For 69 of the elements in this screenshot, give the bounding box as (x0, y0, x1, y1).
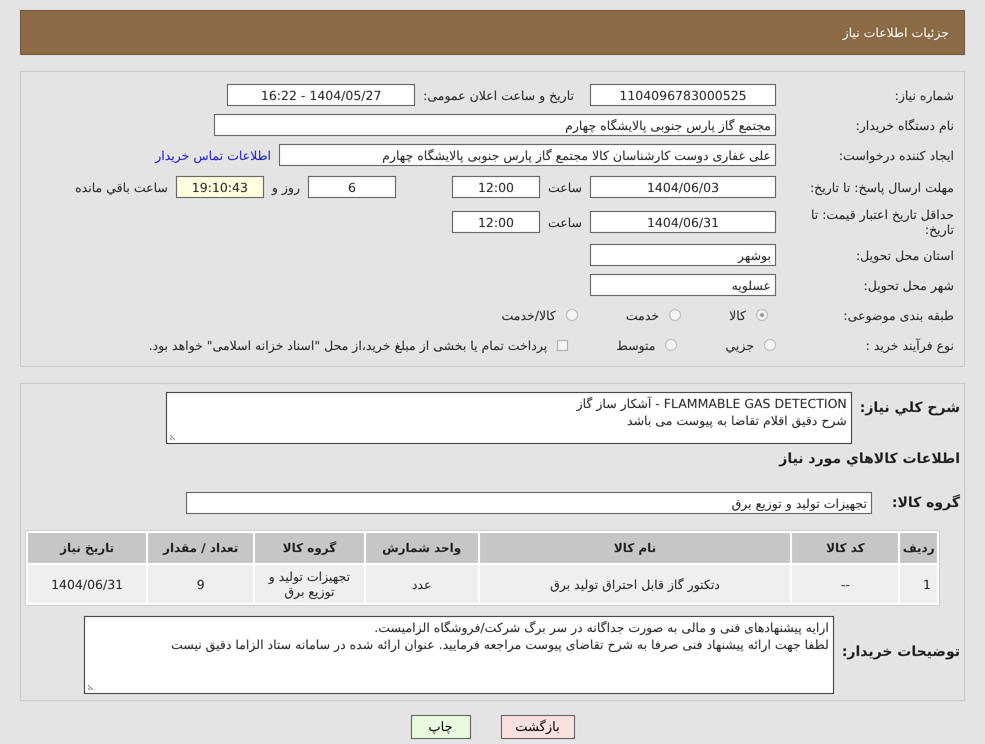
radio-button[interactable] (669, 309, 682, 321)
field-label: ساعت باقي مانده (75, 180, 168, 194)
table-cell: 9 (148, 565, 254, 603)
contact-link[interactable]: اطلاعات تماس خریدار (155, 148, 271, 162)
description-line: شرح دقیق اقلام تقاضا به پیوست می باشد (626, 412, 847, 429)
announce-date-field: 1404/05/27 - 16:22 (227, 84, 416, 106)
deadline-time-field: 12:00 (452, 176, 540, 198)
field-label: حداقل تاریخ اعتبار قیمت: تا تاریخ: (810, 207, 955, 237)
option-label: کالا/خدمت (501, 308, 556, 322)
column-header: گروه کالا (255, 533, 364, 563)
validity-date-field: 1404/06/31 (590, 211, 776, 233)
notes-paragraph: ارایه پیشنهادهای فنی و مالی به صورت جداگانه در سر برگ شرکت/فروشگاه الزامیست. (373, 619, 829, 636)
field-label: ایجاد کننده درخواست: (838, 148, 955, 162)
field-label: توضیحات خریدار: (842, 644, 960, 660)
column-header: تاریخ نیاز (28, 533, 146, 563)
column-header: کد کالا (792, 533, 898, 563)
column-header: واحد شمارش (366, 533, 478, 563)
option-label: جزيي (725, 338, 754, 352)
field-label: شرح كلي نياز: (860, 400, 960, 416)
field-label: نام دستگاه خریدار: (854, 118, 955, 132)
section-title: اطلاعات كالاهاي مورد نياز (779, 451, 960, 467)
field-label: مهلت ارسال پاسخ: تا تاریخ: (808, 180, 955, 194)
goods-group-field: تجهیزات تولید و توزیع برق (186, 492, 872, 514)
option-label: پرداخت تمام یا بخشی از مبلغ خرید،از محل "اسناد خزانه اسلامی" خواهد بود. (148, 338, 548, 352)
checkbox[interactable] (557, 340, 568, 350)
field-label: تاریخ و ساعت اعلان عمومی: (423, 88, 574, 102)
description-field[interactable]: FLAMMABLE GAS DETECTION - آشکار ساز گاز شرح دقیق اقلام تقاضا به پیوست می باشد (166, 392, 852, 444)
city-field: عسلویه (590, 274, 776, 296)
requester-field: علی غفاری دوست کارشناسان کالا مجتمع گاز پارس جنوبی پالایشگاه چهارم (279, 144, 776, 166)
field-label: ساعت (548, 180, 582, 194)
column-header: تعداد / مقدار (148, 533, 254, 563)
field-label: طبقه بندی موضوعی: (842, 308, 955, 322)
column-header: نام کالا (480, 533, 790, 563)
province-field: بوشهر (590, 244, 776, 266)
column-header: ردیف (900, 533, 937, 563)
buyer-notes-field[interactable]: ارایه پیشنهادهای فنی و مالی به صورت جداگانه در سر برگ شرکت/فروشگاه الزامیست. لطفا جهت ارائه پیشنهاد فنی صرفا به شرح تقاضای پیوست مراجعه فرمایید. عنوان ارائه شده در سامانه ستاد الزاما دقیق نیست (84, 616, 834, 694)
field-label: روز و (272, 180, 300, 194)
resize-grip-icon[interactable] (86, 683, 95, 691)
field-label: شهر محل تحویل: (862, 278, 955, 292)
field-label: استان محل تحویل: (854, 248, 955, 262)
table-cell: 1404/06/31 (28, 565, 146, 603)
field-label: شماره نیاز: (894, 88, 955, 102)
resize-grip-icon[interactable] (168, 433, 177, 441)
description-line: FLAMMABLE GAS DETECTION - آشکار ساز گاز (575, 395, 847, 412)
radio-button[interactable] (764, 339, 776, 351)
option-label: خدمت (626, 308, 660, 322)
page-title: جزئیات اطلاعات نیاز (842, 25, 949, 40)
option-label: کالا (729, 308, 746, 322)
table-cell: -- (792, 565, 898, 603)
table-cell: دتکتور گاز قابل احتراق تولید برق (480, 565, 790, 603)
validity-time-field: 12:00 (452, 211, 540, 233)
remaining-time-field: 19:10:43 (176, 176, 264, 198)
radio-button[interactable] (756, 309, 768, 321)
field-label: ساعت (548, 214, 582, 230)
radio-button[interactable] (566, 309, 578, 321)
radio-button[interactable] (665, 339, 678, 351)
table-cell: 1 (900, 565, 937, 603)
field-label: گروه کالا: (890, 495, 960, 511)
table-cell: عدد (366, 565, 478, 603)
deadline-date-field: 1404/06/03 (590, 176, 776, 198)
days-field: 6 (308, 176, 396, 198)
field-label: نوع فرآیند خرید : (864, 338, 955, 352)
table-cell: تجهیزات تولید و توزیع برق (255, 565, 364, 603)
need-number-field: 1104096783000525 (590, 84, 776, 106)
print-button[interactable]: چاپ (410, 715, 470, 739)
back-button[interactable]: بازگشت (500, 715, 574, 739)
option-label: متوسط (616, 338, 656, 352)
buyer-field: مجتمع گاز پارس جنوبی پالایشگاه چهارم (214, 114, 776, 136)
notes-paragraph: لطفا جهت ارائه پیشنهاد فنی صرفا به شرح تقاضای پیوست مراجعه فرمایید. عنوان ارائه شده در سامانه ستاد الزاما دقیق نیست (170, 636, 829, 653)
